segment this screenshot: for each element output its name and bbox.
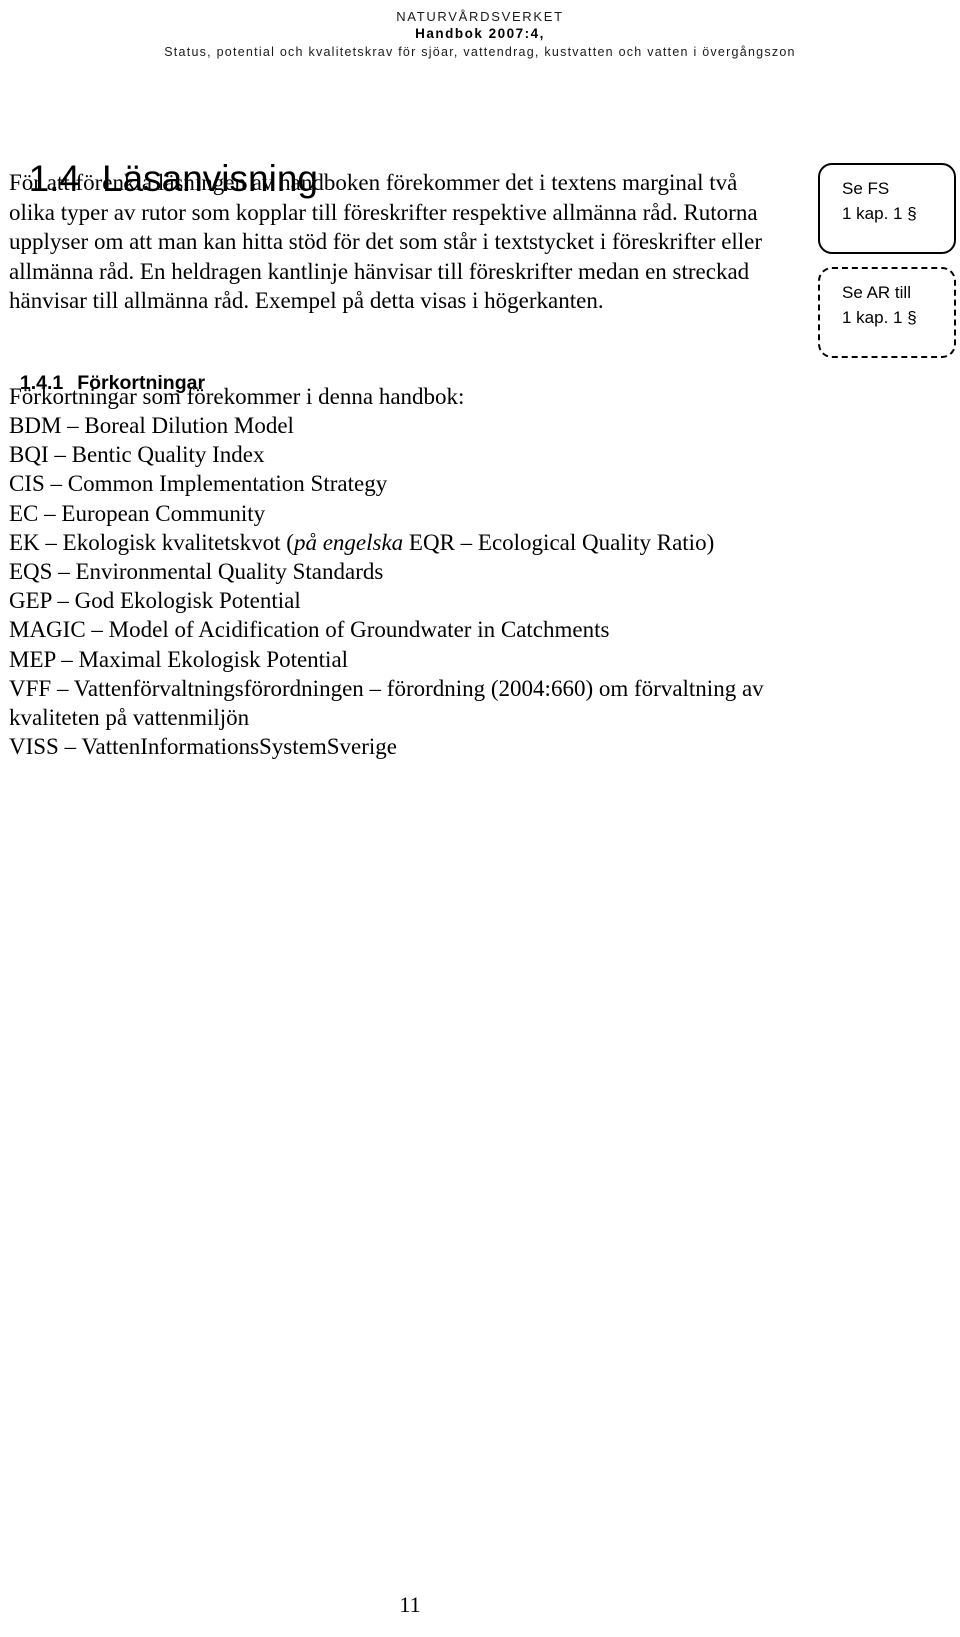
abbreviation-term: EQS [9,559,53,585]
abbreviation-term: GEP [9,588,52,614]
header-organisation: NATURVÅRDSVERKET [396,9,564,24]
paragraph-line: allmänna råd. En heldragen kantlinje hän… [9,258,750,284]
margin-note-line2: 1 kap. 1 § [842,308,917,327]
abbreviation-item: EK – Ekologisk kvalitetskvot (på engelsk… [9,528,829,557]
abbreviation-item: BDM – Boreal Dilution Model [9,411,829,440]
abbreviation-expansion: Model of Acidification of Groundwater in… [108,617,610,643]
margin-note-foreskrifter: Se FS 1 kap. 1 § [818,163,956,254]
abbreviation-dash: – [58,559,70,585]
paragraph-line: hänvisar till allmänna råd. Exempel på d… [9,288,604,313]
margin-note-line1: Se AR till [842,283,911,302]
abbreviation-term: MEP [9,646,56,672]
abbreviation-term: EK [9,529,40,555]
abbreviation-expansion: Common Implementation Strategy [67,471,388,497]
document-page: { "header": { "organisation": "NATURVÅRD… [0,0,960,1637]
abbreviation-expansion: Maximal Ekologisk Potential [78,646,349,672]
abbreviation-term: MAGIC [9,617,86,643]
page-number: 11 [399,1592,421,1617]
paragraph-line: olika typer av rutor som kopplar till fö… [9,199,758,225]
header-subtitle: Status, potential och kvalitetskrav för … [164,45,796,59]
abbreviation-dash: – [54,442,66,468]
paragraph-line: upplyser om att man kan hitta stöd för d… [9,229,763,254]
abbreviation-dash: – [64,734,77,760]
abbreviation-list: BDM – Boreal Dilution Model BQI – Bentic… [9,411,829,761]
abbreviation-item: VISS – VattenInformationsSystemSverige [9,732,829,761]
abbreviation-item: VFF – Vattenförvaltningsförordningen – f… [9,674,829,703]
abbreviation-expansion: European Community [61,500,266,526]
abbreviation-item: MAGIC – Model of Acidification of Ground… [9,615,829,644]
abbreviation-expansion-post: EQR – Ecological Quality Ratio) [403,529,715,555]
running-header: NATURVÅRDSVERKET Handbok 2007:4, Status,… [0,0,960,61]
margin-note-line2: 1 kap. 1 § [842,204,917,223]
abbreviation-dash: – [57,588,69,614]
abbreviation-dash: – [61,646,73,672]
abbreviation-dash: – [56,675,69,701]
abbreviation-dash: – [44,500,56,526]
abbreviation-expansion: VattenInformationsSystemSverige [81,734,398,760]
abbreviation-dash: – [91,617,103,643]
section-paragraph: För att förenkla läsningen av handboken … [9,168,771,316]
abbreviation-dash: – [45,529,57,555]
abbreviation-expansion-pre: Ekologisk kvalitetskvot ( [62,529,294,555]
abbreviation-term: EC [9,500,39,526]
abbreviation-expansion: God Ekologisk Potential [74,588,301,614]
abbreviation-intro: Förkortningar som förekommer i denna han… [9,384,465,409]
abbreviation-continuation: kvaliteten på vattenmiljön [9,705,250,731]
paragraph-line: För att förenkla läsningen av handboken … [9,170,738,195]
header-publication: Handbok 2007:4, [415,26,545,41]
abbreviation-item: BQI – Bentic Quality Index [9,440,829,469]
abbreviation-item: EQS – Environmental Quality Standards [9,557,829,586]
abbreviation-item: MEP – Maximal Ekologisk Potential [9,645,829,674]
abbreviation-dash: – [67,413,79,438]
abbreviation-item: GEP – God Ekologisk Potential [9,586,829,615]
abbreviation-expansion: Boreal Dilution Model [84,413,294,438]
abbreviation-term: VFF [9,675,52,701]
abbreviation-term: BQI [9,442,49,468]
abbreviation-dash: – [50,471,63,497]
abbreviation-expansion: Environmental Quality Standards [75,559,384,585]
abbreviation-term: BDM [9,413,62,438]
abbreviation-item: EC – European Community [9,499,829,528]
abbreviation-term: VISS [9,734,59,760]
margin-note-line1: Se FS [842,179,890,198]
abbreviation-expansion: Bentic Quality Index [71,442,265,468]
abbreviation-item: CIS – Common Implementation Strategy [9,469,829,498]
margin-note-allmanna-rad: Se AR till 1 kap. 1 § [818,267,956,358]
abbreviation-expansion-italic: på engelska [293,529,404,555]
abbreviation-expansion: Vattenförvaltningsförordningen – förordn… [73,675,764,701]
abbreviation-term: CIS [9,471,45,497]
